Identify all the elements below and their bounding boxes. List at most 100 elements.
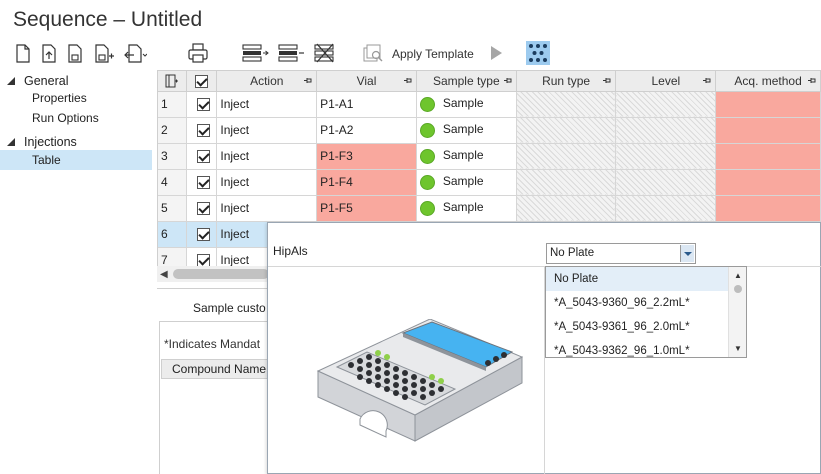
row-enabled-checkbox[interactable] [196, 228, 210, 242]
row-number[interactable]: 3 [158, 143, 188, 170]
sample-type-cell[interactable]: Sample [416, 169, 517, 196]
scroll-left-icon[interactable]: ◀ [160, 269, 168, 280]
sample-type-label: Sample [442, 174, 484, 189]
vial-cell[interactable]: P1-F5 [316, 195, 417, 222]
plate-layout-icon[interactable] [525, 40, 550, 68]
row-enabled-cell[interactable] [186, 91, 218, 118]
column-header-acq-method[interactable]: Acq. method [715, 71, 821, 92]
action-cell[interactable]: Inject [216, 169, 318, 196]
vial-cell[interactable]: P1-A1 [316, 91, 417, 118]
save-as-icon[interactable] [92, 40, 116, 66]
row-number[interactable]: 6 [158, 221, 188, 248]
tree-item-table[interactable]: Table [0, 150, 152, 170]
vial-cell[interactable]: P1-F4 [316, 169, 417, 196]
compound-name-header[interactable]: Compound Name [161, 359, 271, 379]
column-header-action[interactable]: Action [216, 71, 318, 92]
row-enabled-checkbox[interactable] [196, 202, 210, 216]
acq-method-cell[interactable] [715, 195, 821, 222]
clear-rows-icon[interactable] [312, 40, 338, 66]
column-header-label: Action [250, 73, 284, 88]
sample-type-label: Sample [442, 148, 484, 163]
tree-group-injections[interactable]: Injections [0, 132, 77, 152]
sample-type-cell[interactable]: Sample [416, 195, 517, 222]
import-icon[interactable] [38, 40, 60, 66]
row-enabled-checkbox[interactable] [196, 98, 210, 112]
pin-icon[interactable] [403, 76, 412, 85]
save-icon[interactable] [64, 40, 86, 66]
sample-type-cell[interactable]: Sample [416, 117, 517, 144]
row-enabled-checkbox[interactable] [196, 150, 210, 164]
row-number[interactable]: 2 [158, 117, 188, 144]
plate-option[interactable]: No Plate [546, 267, 728, 291]
template-icon [362, 43, 384, 66]
select-all-header[interactable] [186, 71, 218, 92]
column-chooser-header[interactable] [158, 71, 188, 92]
column-header-vial[interactable]: Vial [316, 71, 417, 92]
select-all-checkbox[interactable] [195, 74, 209, 88]
tree-item-properties[interactable]: Properties [0, 88, 152, 108]
action-cell[interactable]: Inject [216, 195, 318, 222]
action-cell[interactable]: Inject [216, 117, 318, 144]
plate-option[interactable]: *A_5043-9361_96_2.0mL* [546, 315, 728, 339]
row-enabled-checkbox[interactable] [196, 176, 210, 190]
column-header-run-type[interactable]: Run type [516, 71, 617, 92]
delete-row-icon[interactable] [276, 40, 306, 66]
column-header-sample-type[interactable]: Sample type [416, 71, 517, 92]
row-number[interactable]: 4 [158, 169, 188, 196]
table-row[interactable]: 3 Inject P1-F3 Sample [158, 143, 821, 170]
row-enabled-cell[interactable] [186, 221, 218, 248]
list-scrollbar[interactable]: ▲ ▼ [728, 267, 746, 357]
print-icon[interactable] [186, 40, 210, 66]
scroll-thumb[interactable] [173, 269, 269, 279]
collapse-arrow-icon[interactable] [6, 76, 16, 86]
new-icon[interactable] [12, 40, 34, 66]
run-icon[interactable] [488, 45, 504, 64]
acq-method-cell[interactable] [715, 169, 821, 196]
plate-option[interactable]: *A_5043-9360_96_2.2mL* [546, 291, 728, 315]
acq-method-cell[interactable] [715, 91, 821, 118]
action-cell[interactable]: Inject [216, 143, 318, 170]
row-number[interactable]: 1 [158, 91, 188, 118]
action-cell[interactable]: Inject [216, 91, 318, 118]
row-number[interactable]: 5 [158, 195, 188, 222]
chevron-down-icon[interactable]: ▼ [734, 344, 742, 353]
export-icon[interactable] [122, 40, 148, 66]
plate-select[interactable]: No Plate [546, 243, 696, 264]
row-enabled-cell[interactable] [186, 117, 218, 144]
tree-item-run-options[interactable]: Run Options [0, 108, 152, 128]
level-cell [615, 195, 717, 222]
pin-icon[interactable] [807, 76, 816, 85]
table-row[interactable]: 4 Inject P1-F4 Sample [158, 169, 821, 196]
sample-type-cell[interactable]: Sample [416, 143, 517, 170]
column-chooser-icon[interactable] [165, 74, 179, 88]
row-enabled-cell[interactable] [186, 143, 218, 170]
apply-template-button[interactable]: Apply Template [362, 40, 550, 68]
autosampler-tray-illustration [316, 319, 524, 442]
column-header-level[interactable]: Level [615, 71, 717, 92]
plate-options-list[interactable]: No Plate *A_5043-9360_96_2.2mL* *A_5043-… [545, 266, 747, 358]
tab-sample-custom[interactable]: Sample custo [193, 301, 266, 315]
row-enabled-checkbox[interactable] [196, 124, 210, 138]
pin-icon[interactable] [702, 76, 711, 85]
insert-row-icon[interactable] [240, 40, 270, 66]
table-row[interactable]: 1 Inject P1-A1 Sample [158, 91, 821, 118]
scroll-thumb[interactable] [734, 285, 742, 293]
vial-cell[interactable]: P1-F3 [316, 143, 417, 170]
collapse-arrow-icon[interactable] [6, 137, 16, 147]
sample-type-cell[interactable]: Sample [416, 91, 517, 118]
table-row[interactable]: 2 Inject P1-A2 Sample [158, 117, 821, 144]
plate-option[interactable]: *A_5043-9362_96_1.0mL* [546, 339, 728, 357]
acq-method-cell[interactable] [715, 117, 821, 144]
pin-icon[interactable] [503, 76, 512, 85]
row-enabled-cell[interactable] [186, 195, 218, 222]
sample-custom-panel: Sample custo *Indicates Mandat Compound … [157, 288, 271, 474]
chevron-down-icon[interactable] [680, 245, 694, 262]
acq-method-cell[interactable] [715, 143, 821, 170]
table-row[interactable]: 5 Inject P1-F5 Sample [158, 195, 821, 222]
pin-icon[interactable] [303, 76, 312, 85]
chevron-up-icon[interactable]: ▲ [734, 271, 742, 280]
horizontal-scrollbar[interactable]: ◀ [157, 266, 270, 282]
pin-icon[interactable] [602, 76, 611, 85]
row-enabled-cell[interactable] [186, 169, 218, 196]
vial-cell[interactable]: P1-A2 [316, 117, 417, 144]
